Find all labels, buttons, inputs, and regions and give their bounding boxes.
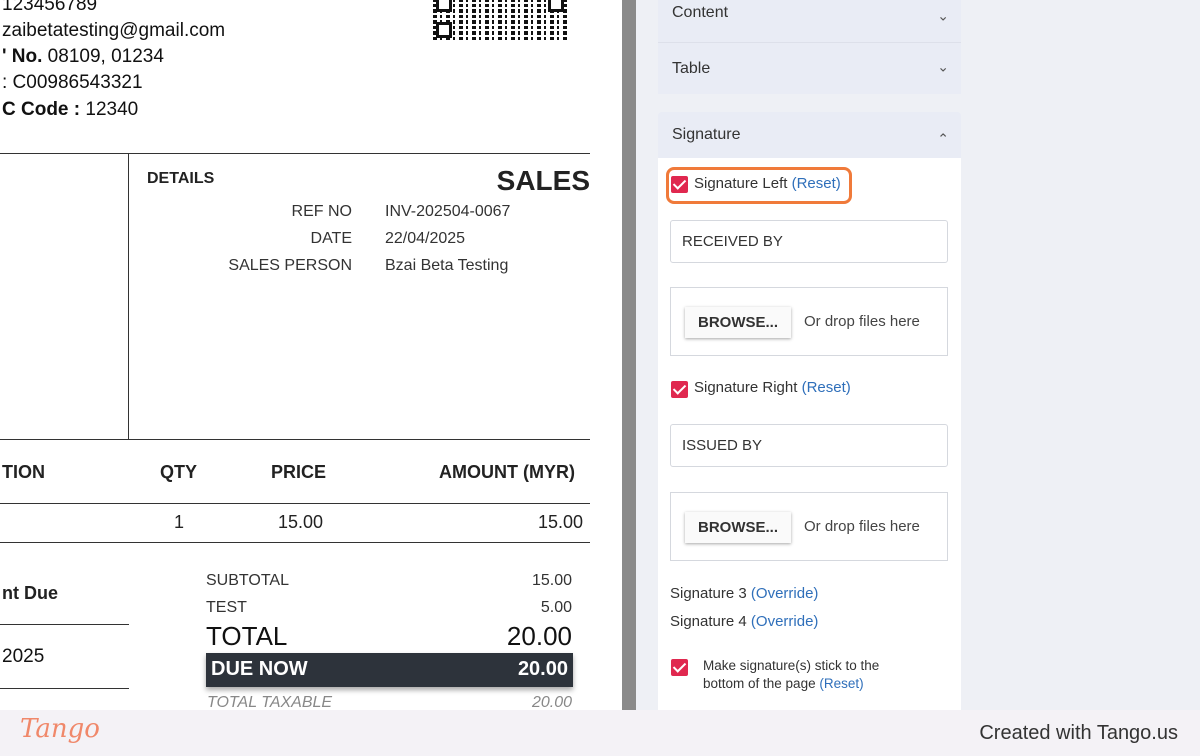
tango-credit: Created with Tango.us [979,722,1178,744]
contact-email: zaibetatesting@gmail.com [2,20,226,41]
total-value: 20.00 [506,621,572,651]
divider [0,153,590,154]
signature-left-dropzone[interactable]: BROWSE... Or drop files here [670,287,948,356]
sales-person-label: SALES PERSON [228,257,352,274]
signature-right-row: Signature Right (Reset) [694,379,851,396]
drop-files-text: Or drop files here [804,518,920,535]
test-tax-label: TEST [206,599,247,616]
due-now-value: 20.00 [517,658,568,680]
section-table-label: Table [672,59,711,77]
divider [0,624,129,625]
total-taxable-value: 20.00 [531,694,572,710]
col-description-header: TION [2,462,45,482]
qr-code-corner [436,22,452,38]
row-qty: 1 [174,512,185,532]
signature-right-field[interactable] [670,424,948,467]
divider [0,503,590,504]
details-title: DETAILS [147,170,215,187]
stick-bottom-row: Make signature(s) stick to the bottom of… [703,657,913,693]
signature-3-override-link[interactable]: (Override) [751,585,819,602]
amount-due-date: 2025 [2,646,45,667]
chevron-up-icon: ⌃ [937,130,949,147]
contact-phone: 123456789 [2,0,98,15]
due-now-label: DUE NOW [211,658,308,680]
pane-splitter[interactable] [622,0,636,710]
stick-bottom-checkbox[interactable] [671,659,688,676]
chevron-down-icon: ⌄ [937,58,949,75]
divider [0,439,590,440]
divider [128,153,129,440]
section-signature-label: Signature [672,126,741,143]
chevron-down-icon: ⌄ [937,7,949,24]
date-label: DATE [310,230,352,247]
signature-right-browse-button[interactable]: BROWSE... [685,512,791,543]
signature-right-reset-link[interactable]: (Reset) [802,379,851,396]
col-qty-header: QTY [160,462,198,482]
section-content-header[interactable]: Content ⌄ [658,0,961,42]
signature-left-field[interactable] [670,220,948,263]
contact-code: C Code : 12340 [2,99,139,120]
due-now-bar: DUE NOW 20.00 [206,653,573,687]
row-amount: 15.00 [537,512,583,532]
drop-files-text: Or drop files here [804,313,920,330]
signature-3-row: Signature 3 (Override) [670,585,818,602]
signature-left-input[interactable] [682,221,932,262]
signature-right-label: Signature Right [694,379,798,396]
signature-4-override-link[interactable]: (Override) [751,613,819,630]
subtotal-label: SUBTOTAL [206,572,289,589]
sales-person-value: Bzai Beta Testing [385,257,509,274]
tango-footer: Tango Created with Tango.us [0,710,1200,756]
qr-code-icon [433,0,567,40]
test-tax-value: 5.00 [540,599,572,616]
ref-no-label: REF NO [291,203,352,220]
tutorial-highlight-box [666,167,852,204]
section-signature-header[interactable]: Signature ⌃ [658,112,961,158]
section-content-label: Content [672,4,729,21]
signature-right-dropzone[interactable]: BROWSE... Or drop files here [670,492,948,561]
signature-left-browse-button[interactable]: BROWSE... [685,307,791,338]
col-amount-header: AMOUNT (MYR) [439,462,575,482]
document-title: SALES [496,165,590,196]
signature-4-label: Signature 4 [670,613,747,630]
signature-4-row: Signature 4 (Override) [670,613,818,630]
qr-code-corner [436,0,452,12]
total-taxable-label: TOTAL TAXABLE [207,694,333,710]
contact-reg-no: ' No. 08109, 01234 [2,46,164,67]
row-price: 15.00 [278,512,324,532]
section-table-header[interactable]: Table ⌄ [658,42,961,94]
signature-3-label: Signature 3 [670,585,747,602]
qr-code-corner [548,0,564,12]
amount-due-label: nt Due [2,583,58,603]
panel-background [961,0,1200,710]
stick-bottom-reset-link[interactable]: (Reset) [819,676,863,691]
pane-gutter [636,0,644,710]
subtotal-value: 15.00 [531,572,572,589]
signature-right-input[interactable] [682,425,932,466]
contact-tax-id: : C00986543321 [2,72,143,93]
total-label: TOTAL [206,621,288,651]
signature-right-checkbox[interactable] [671,381,688,398]
invoice-preview: 123456789 zaibetatesting@gmail.com ' No.… [0,0,622,710]
ref-no-value: INV-202504-0067 [385,203,511,220]
tango-logo: Tango [20,714,100,744]
date-value: 22/04/2025 [385,230,466,247]
col-price-header: PRICE [271,462,327,482]
divider [0,542,590,543]
divider [0,688,129,689]
